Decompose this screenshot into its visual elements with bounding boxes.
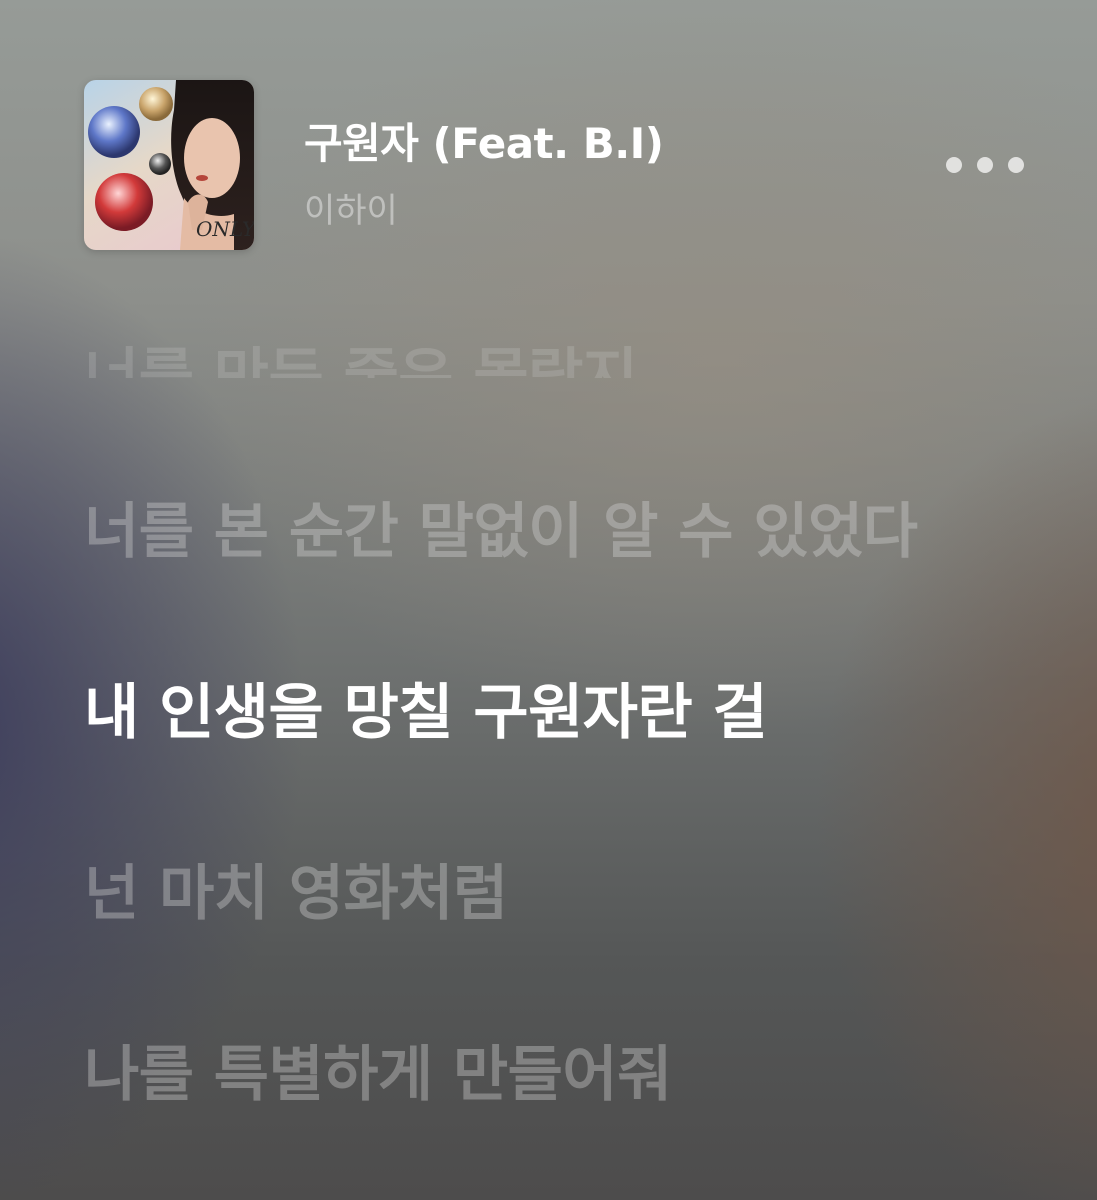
lyric-line[interactable]: 나를 특별하게 만들어줘	[84, 1026, 672, 1113]
lyrics-panel[interactable]: 너를 만든 줄은 몰랐지 너를 본 순간 말없이 알 수 있었다 내 인생을 망…	[84, 0, 1044, 1200]
lyrics-player-screen: ONLY 구원자 (Feat. B.I) 이하이 너를 만든 줄은 몰랐지 너를…	[0, 0, 1097, 1200]
lyric-line-previous[interactable]: 너를 만든 줄은 몰랐지	[84, 290, 637, 378]
lyric-line[interactable]: 넌 마치 영화처럼	[84, 845, 508, 932]
lyric-line[interactable]: 너를 본 순간 말없이 알 수 있었다	[84, 483, 918, 570]
lyric-line-current[interactable]: 내 인생을 망칠 구원자란 걸	[84, 664, 768, 751]
